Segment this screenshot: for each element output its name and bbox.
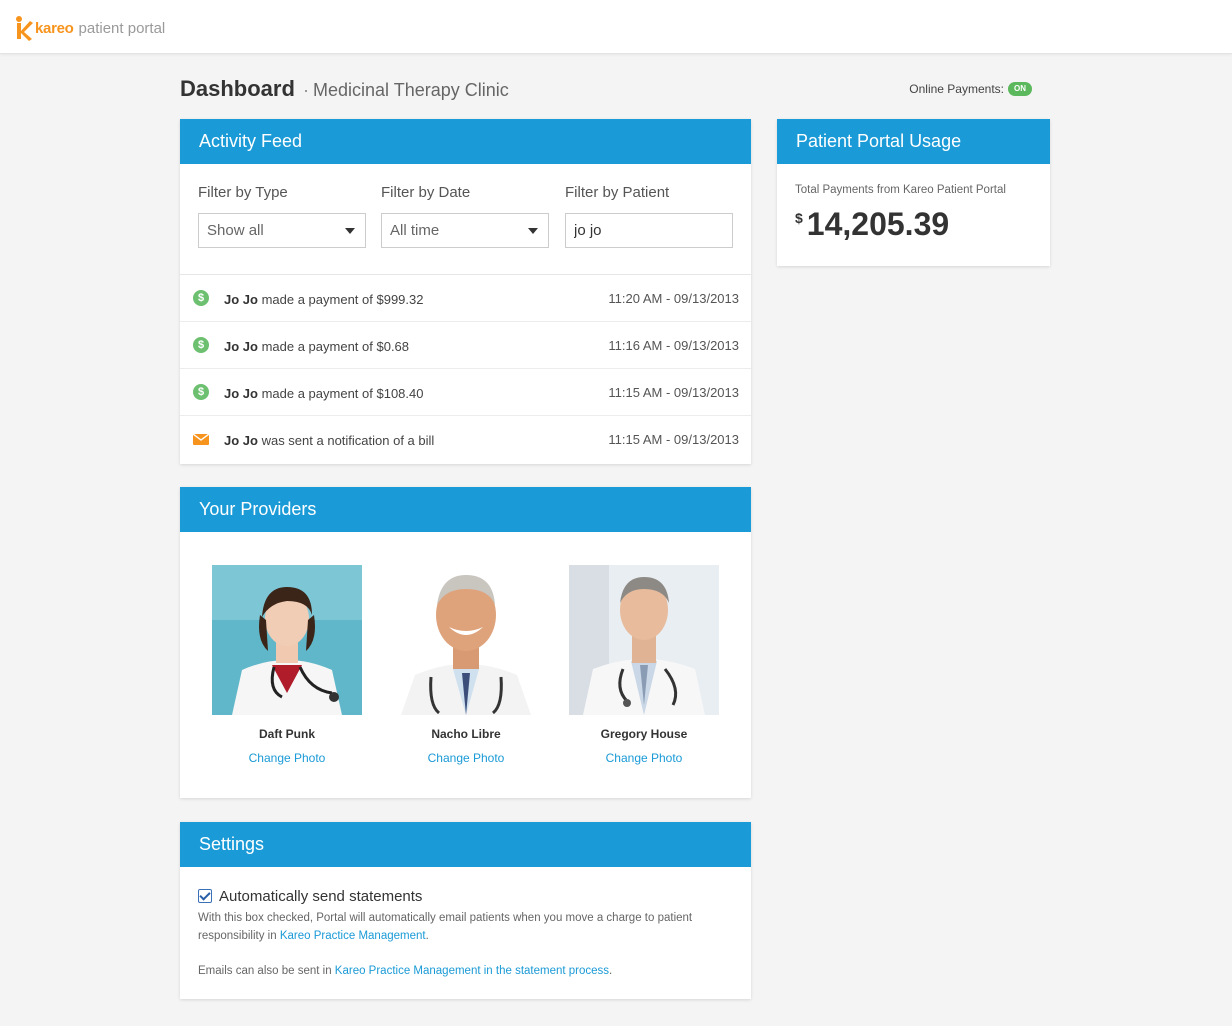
portal-usage-title: Patient Portal Usage (777, 119, 1050, 164)
caret-down-icon (528, 228, 538, 234)
auto-send-statements-label[interactable]: Automatically send statements (219, 888, 422, 905)
provider-card: Daft Punk Change Photo (212, 565, 362, 765)
filter-date-label: Filter by Date (381, 184, 471, 201)
filter-date: Filter by Date All time (381, 184, 549, 248)
provider-photo (391, 565, 541, 715)
feed-item-time: 11:20 AM - 09/13/2013 (608, 291, 739, 306)
feed-patient-name: Jo Jo (224, 433, 258, 448)
filter-patient-input[interactable] (565, 213, 733, 248)
top-navbar: kareo patient portal (0, 0, 1232, 54)
online-payments: Online Payments: ON (909, 82, 1032, 96)
feed-item[interactable]: $ Jo Jo made a payment of $0.68 11:16 AM… (180, 322, 751, 369)
product-name: patient portal (78, 19, 166, 37)
feed-item-text: Jo Jo made a payment of $108.40 (224, 386, 423, 401)
provider-photo (569, 565, 719, 715)
settings-title: Settings (180, 822, 751, 867)
feed-patient-name: Jo Jo (224, 386, 258, 401)
feed-patient-name: Jo Jo (224, 292, 258, 307)
settings-description-text: With this box checked, Portal will autom… (198, 912, 693, 942)
provider-name: Gregory House (600, 727, 688, 741)
feed-item-time: 11:15 AM - 09/13/2013 (608, 385, 739, 400)
settings-panel: Settings Automatically send statements W… (180, 822, 751, 999)
feed-item[interactable]: Jo Jo was sent a notification of a bill … (180, 416, 751, 463)
settings-description: With this box checked, Portal will autom… (198, 909, 738, 945)
filter-patient: Filter by Patient (565, 184, 733, 248)
feed-item-text: Jo Jo made a payment of $0.68 (224, 339, 409, 354)
settings-note: Emails can also be sent in Kareo Practic… (198, 965, 612, 977)
provider-name: Nacho Libre (431, 727, 501, 741)
settings-description-end: . (425, 930, 429, 942)
feed-item-description: was sent a notification of a bill (257, 433, 435, 448)
provider-name: Daft Punk (258, 727, 315, 741)
filter-date-value: All time (390, 222, 440, 239)
feed-item-text: Jo Jo made a payment of $999.32 (224, 292, 423, 307)
kareo-pm-link[interactable]: Kareo Practice Management (280, 930, 426, 942)
kareo-logo[interactable]: kareo patient portal (14, 14, 165, 42)
page-header: Dashboard · Medicinal Therapy Clinic Onli… (180, 74, 1050, 104)
filter-type-value: Show all (207, 222, 264, 239)
kareo-k-icon (16, 16, 33, 41)
dollar-icon: $ (193, 384, 209, 400)
online-payments-toggle[interactable]: ON (1008, 82, 1032, 96)
providers-title: Your Providers (180, 487, 751, 532)
doctor-man-photo (569, 565, 719, 715)
change-photo-link[interactable]: Change Photo (569, 751, 719, 765)
provider-card: Nacho Libre Change Photo (391, 565, 541, 765)
currency-symbol: $ (795, 210, 803, 226)
dollar-icon: $ (193, 290, 209, 306)
filter-type-select[interactable]: Show all (198, 213, 366, 248)
page-subtitle: · Medicinal Therapy Clinic (303, 80, 509, 101)
settings-note-text: Emails can also be sent in (198, 965, 335, 977)
feed-item-time: 11:15 AM - 09/13/2013 (608, 432, 739, 447)
doctor-woman-photo (212, 565, 362, 715)
filter-type: Filter by Type Show all (198, 184, 366, 248)
title-separator: · (303, 80, 309, 100)
statement-process-link[interactable]: Kareo Practice Management in the stateme… (335, 965, 609, 977)
doctor-man-smiling-photo (391, 565, 541, 715)
total-payments-value: 14,205.39 (806, 206, 950, 242)
filter-type-label: Filter by Type (198, 184, 288, 201)
provider-photo (212, 565, 362, 715)
feed-item-time: 11:16 AM - 09/13/2013 (608, 338, 739, 353)
page-title: Dashboard (180, 76, 295, 101)
auto-send-statements-checkbox[interactable] (198, 889, 212, 903)
feed-item-description: made a payment of $999.32 (257, 292, 424, 307)
activity-feed-list: $ Jo Jo made a payment of $999.32 11:20 … (180, 275, 751, 463)
total-payments-label: Total Payments from Kareo Patient Portal (795, 184, 1006, 196)
feed-patient-name: Jo Jo (224, 339, 258, 354)
dollar-icon: $ (193, 337, 209, 353)
online-payments-label: Online Payments: (909, 82, 1004, 96)
brand-name: kareo (35, 19, 74, 37)
envelope-icon (193, 434, 209, 445)
providers-panel: Your Providers Daft Punk Change Photo Na… (180, 487, 751, 798)
settings-note-end: . (609, 965, 613, 977)
filter-patient-label: Filter by Patient (565, 184, 670, 201)
clinic-name: Medicinal Therapy Clinic (313, 80, 509, 100)
change-photo-link[interactable]: Change Photo (212, 751, 362, 765)
total-payments-amount: $14,205.39 (795, 206, 949, 243)
feed-item[interactable]: $ Jo Jo made a payment of $999.32 11:20 … (180, 275, 751, 322)
change-photo-link[interactable]: Change Photo (391, 751, 541, 765)
portal-usage-panel: Patient Portal Usage Total Payments from… (777, 119, 1050, 266)
provider-card: Gregory House Change Photo (569, 565, 719, 765)
activity-feed-panel: Activity Feed Filter by Type Show all Fi… (180, 119, 751, 464)
filter-date-select[interactable]: All time (381, 213, 549, 248)
caret-down-icon (345, 228, 355, 234)
feed-item[interactable]: $ Jo Jo made a payment of $108.40 11:15 … (180, 369, 751, 416)
activity-feed-title: Activity Feed (180, 119, 751, 164)
feed-item-text: Jo Jo was sent a notification of a bill (224, 433, 434, 448)
feed-item-description: made a payment of $0.68 (257, 339, 410, 354)
activity-filters: Filter by Type Show all Filter by Date A… (180, 164, 751, 275)
feed-item-description: made a payment of $108.40 (257, 386, 424, 401)
